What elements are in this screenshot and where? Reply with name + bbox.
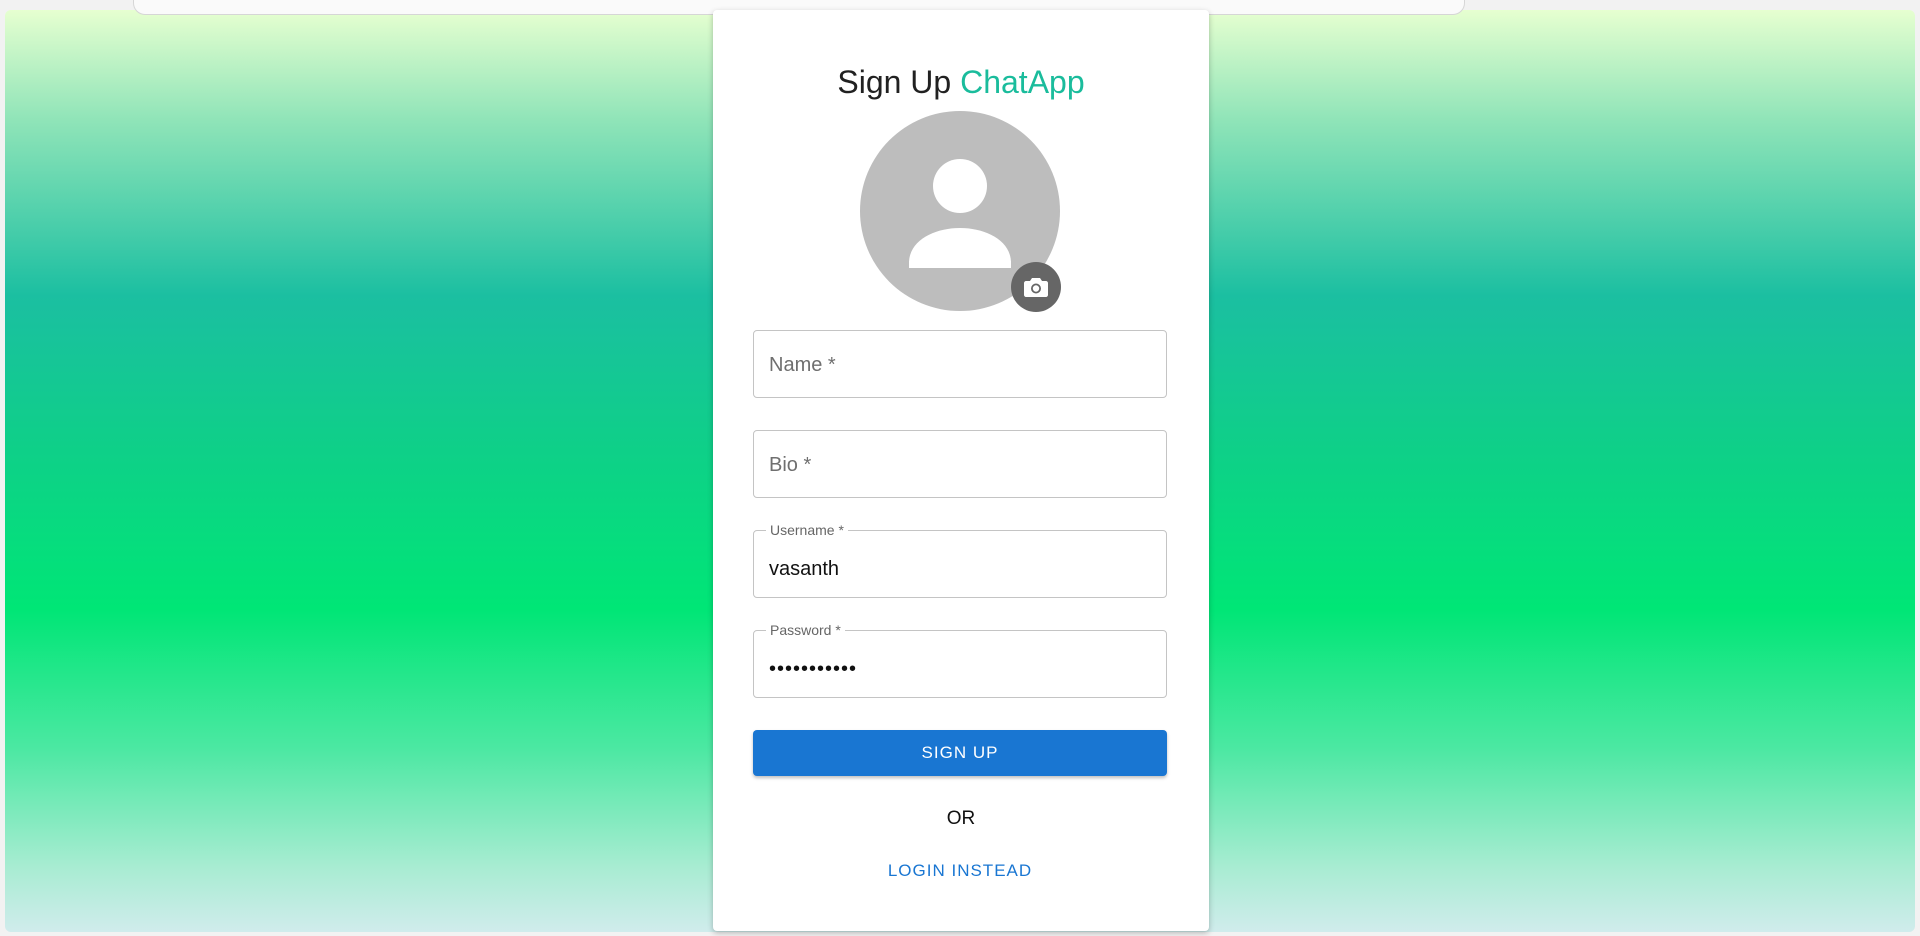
bio-field <box>753 430 1167 499</box>
username-input[interactable] <box>769 539 1149 599</box>
signup-card: Sign Up ChatApp Username * Password <box>713 10 1209 931</box>
name-field <box>753 330 1167 399</box>
avatar-container <box>860 111 1061 312</box>
signup-button[interactable]: SIGN UP <box>753 730 1167 776</box>
camera-icon <box>1024 278 1048 297</box>
password-field: Password * <box>753 622 1167 699</box>
bio-input[interactable] <box>769 431 1149 499</box>
password-input[interactable] <box>769 639 1149 699</box>
title-prefix: Sign Up <box>837 64 952 100</box>
username-field: Username * <box>753 522 1167 599</box>
password-label: Password * <box>766 622 845 638</box>
or-divider: OR <box>946 808 976 829</box>
upload-photo-button[interactable] <box>1011 262 1061 312</box>
page-title: Sign Up ChatApp <box>713 64 1209 101</box>
name-input[interactable] <box>769 331 1149 399</box>
username-label: Username * <box>766 522 848 538</box>
title-brand: ChatApp <box>960 64 1085 100</box>
login-instead-button[interactable]: LOGIN INSTEAD <box>860 853 1060 889</box>
